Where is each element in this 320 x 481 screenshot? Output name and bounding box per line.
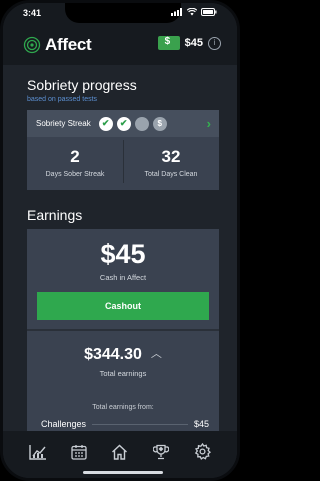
tab-home[interactable] — [109, 441, 131, 463]
header-balance: $45 — [184, 37, 203, 49]
phone-frame: 3:41 Affect $45 i Sobriety progress base… — [0, 0, 240, 481]
home-indicator — [83, 471, 163, 474]
wifi-icon — [187, 8, 197, 16]
total-days-clean-label: Total Days Clean — [144, 171, 198, 178]
streak-check-icon: ✔ — [98, 116, 113, 131]
days-sober-streak-stat: 2 Days Sober Streak — [27, 137, 123, 186]
total-earnings-row[interactable]: $344.30 ︿ — [27, 345, 219, 364]
cashout-button[interactable]: Cashout — [37, 292, 209, 320]
earnings-source-row: Challenges $45 — [41, 419, 209, 429]
tab-progress[interactable] — [27, 441, 49, 463]
main-content: Sobriety progress based on passed tests … — [3, 65, 237, 478]
sobriety-streak-row[interactable]: Sobriety Streak ✔ ✔ $ › — [27, 110, 219, 137]
cash-amount: $45 — [100, 239, 146, 269]
tab-rewards[interactable] — [150, 441, 172, 463]
chevron-right-icon[interactable]: › — [207, 116, 211, 131]
battery-icon — [201, 8, 217, 16]
earnings-from-label: Total earnings from: — [92, 404, 154, 411]
chevron-up-icon[interactable]: ︿ — [151, 345, 162, 361]
streak-dots: ✔ ✔ $ — [98, 116, 167, 131]
sobriety-title: Sobriety progress — [27, 77, 137, 93]
status-time: 3:41 — [23, 8, 42, 18]
streak-label: Sobriety Streak — [36, 119, 91, 128]
streak-check-icon: ✔ — [116, 116, 131, 131]
leader-line — [92, 423, 188, 425]
earnings-divider — [27, 329, 219, 331]
earnings-title: Earnings — [27, 207, 83, 223]
status-icons — [171, 8, 217, 16]
balance-chip[interactable]: $45 i — [157, 36, 221, 50]
earnings-card: $45 Cash in Affect Cashout $344.30 ︿ Tota… — [27, 229, 219, 439]
tab-settings[interactable] — [191, 441, 213, 463]
total-days-clean-stat: 32 Total Days Clean — [123, 137, 219, 186]
cash-label: Cash in Affect — [99, 273, 147, 282]
signal-icon — [171, 8, 182, 16]
streak-pending-dot — [134, 116, 149, 131]
home-icon — [112, 444, 128, 460]
gear-icon — [194, 443, 211, 460]
info-icon[interactable]: i — [208, 36, 221, 50]
calendar-icon — [71, 444, 87, 460]
affect-logo-icon — [23, 36, 41, 54]
total-earnings-label: Total earnings — [99, 369, 147, 378]
app-header: Affect $45 i — [3, 27, 237, 65]
total-days-clean-value: 32 — [161, 147, 181, 166]
tab-calendar[interactable] — [68, 441, 90, 463]
app-name: Affect — [45, 35, 92, 54]
notch — [65, 3, 181, 23]
earnings-source-amount: $45 — [193, 419, 209, 429]
status-bar: 3:41 — [3, 3, 237, 27]
chart-icon — [28, 444, 46, 460]
app-logo: Affect — [23, 35, 92, 55]
total-earnings-amount: $344.30 — [84, 346, 142, 363]
days-sober-streak-label: Days Sober Streak — [45, 171, 105, 178]
sobriety-card: Sobriety Streak ✔ ✔ $ › 2 Days Sober Str… — [27, 110, 219, 190]
days-sober-streak-value: 2 — [70, 147, 80, 166]
streak-reward-icon: $ — [152, 116, 167, 131]
money-icon — [157, 36, 180, 50]
sobriety-subtitle: based on passed tests — [27, 96, 98, 103]
earnings-source-label: Challenges — [41, 419, 87, 429]
trophy-icon — [153, 444, 170, 459]
